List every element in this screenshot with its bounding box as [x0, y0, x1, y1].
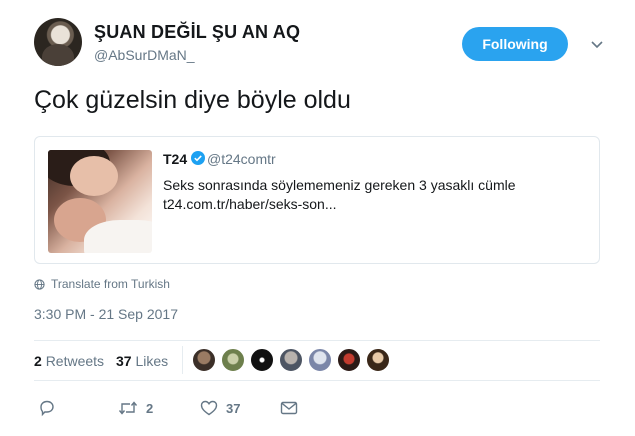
likes-label: Likes	[135, 353, 169, 369]
like-count: 37	[226, 400, 241, 416]
liker-avatar[interactable]	[366, 348, 390, 372]
retweet-count: 2	[146, 400, 154, 416]
quoted-author-handle: @t24comtr	[207, 151, 276, 167]
reply-button[interactable]	[38, 396, 64, 420]
stats-separator	[182, 346, 183, 374]
retweets-label: Retweets	[45, 353, 105, 369]
following-button[interactable]: Following	[462, 27, 568, 61]
tweet-timestamp[interactable]: 3:30 PM - 21 Sep 2017	[34, 306, 178, 322]
chevron-down-icon[interactable]	[588, 36, 606, 54]
liker-avatar[interactable]	[308, 348, 332, 372]
author-handle[interactable]: @AbSurDMaN_	[94, 47, 195, 63]
quoted-tweet-text: Seks sonrasında söylememeniz gereken 3 y…	[163, 177, 516, 193]
globe-icon	[34, 278, 45, 290]
envelope-icon	[280, 401, 298, 415]
liker-avatar[interactable]	[337, 348, 361, 372]
liker-avatar[interactable]	[279, 348, 303, 372]
tweet-text: Çok güzelsin diye böyle oldu	[34, 86, 351, 114]
likes-stat[interactable]: 37 Likes	[116, 353, 168, 369]
tweet-actions: 2 37	[34, 396, 334, 420]
liker-avatar[interactable]	[221, 348, 245, 372]
tweet-header: ŞUAN DEĞİL ŞU AN AQ @AbSurDMaN_ Followin…	[34, 14, 614, 70]
quoted-tweet-image[interactable]	[48, 150, 152, 253]
author-display-name[interactable]: ŞUAN DEĞİL ŞU AN AQ	[94, 22, 300, 43]
translate-link[interactable]: Translate from Turkish	[34, 276, 170, 292]
retweets-count: 2	[34, 353, 42, 369]
retweets-stat[interactable]: 2 Retweets	[34, 353, 104, 369]
reply-icon	[40, 400, 54, 417]
translate-label: Translate from Turkish	[51, 277, 170, 291]
quoted-tweet-link[interactable]: t24.com.tr/haber/seks-son...	[163, 196, 337, 212]
liker-avatar[interactable]	[250, 348, 274, 372]
likes-count: 37	[116, 353, 132, 369]
like-button[interactable]: 37	[200, 396, 240, 420]
divider	[34, 380, 600, 381]
quoted-author-name: T24	[163, 151, 188, 167]
tweet-stats: 2 Retweets 37 Likes	[34, 340, 600, 380]
heart-icon	[200, 400, 218, 416]
author-avatar[interactable]	[34, 18, 82, 66]
direct-message-button[interactable]	[280, 396, 306, 420]
retweet-icon	[118, 401, 138, 415]
quoted-tweet-card[interactable]: T24 @t24comtr Seks sonrasında söylememen…	[34, 136, 600, 264]
retweet-button[interactable]: 2	[118, 396, 153, 420]
verified-badge-icon	[191, 151, 205, 165]
liker-avatar[interactable]	[192, 348, 216, 372]
